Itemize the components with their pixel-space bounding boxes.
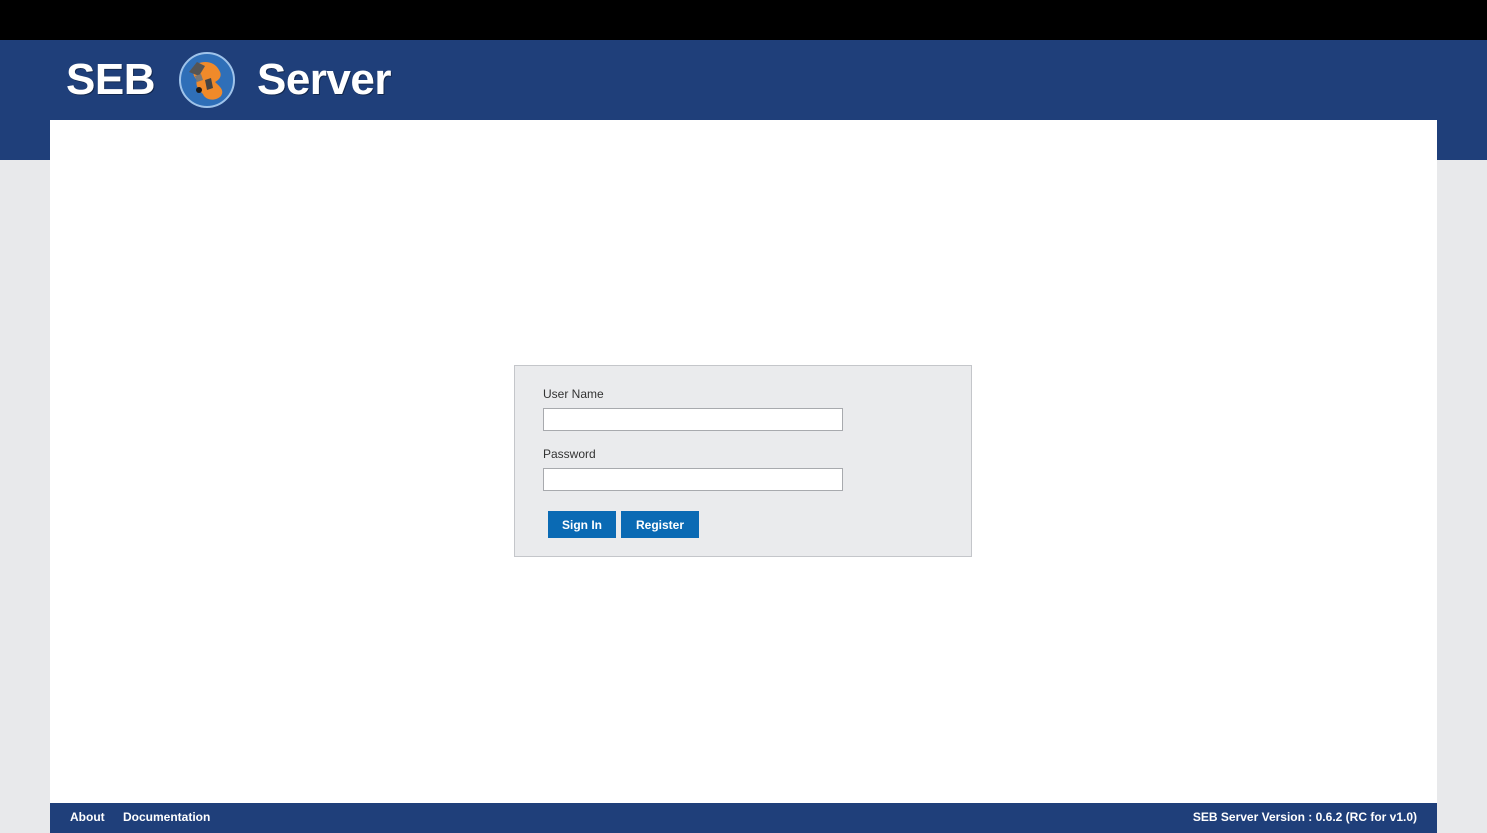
username-label: User Name [543, 387, 604, 401]
footer-documentation-link[interactable]: Documentation [123, 810, 210, 824]
login-form: User Name Password Sign In Register [514, 365, 972, 557]
username-input[interactable] [543, 408, 843, 431]
app-logo: SEB Server [66, 50, 392, 110]
register-button[interactable]: Register [621, 511, 699, 538]
footer-bar: About Documentation SEB Server Version :… [50, 803, 1437, 833]
footer-about-link[interactable]: About [70, 810, 105, 824]
top-black-bar [0, 0, 1487, 40]
globe-logo-icon [178, 52, 235, 108]
password-input[interactable] [543, 468, 843, 491]
version-text: SEB Server Version : 0.6.2 (RC for v1.0) [1192, 810, 1417, 824]
password-label: Password [543, 447, 596, 461]
main-content: User Name Password Sign In Register [50, 120, 1437, 803]
sign-in-button[interactable]: Sign In [548, 511, 616, 538]
logo-text-left: SEB [66, 55, 155, 104]
logo-text-right: Server [256, 55, 392, 104]
